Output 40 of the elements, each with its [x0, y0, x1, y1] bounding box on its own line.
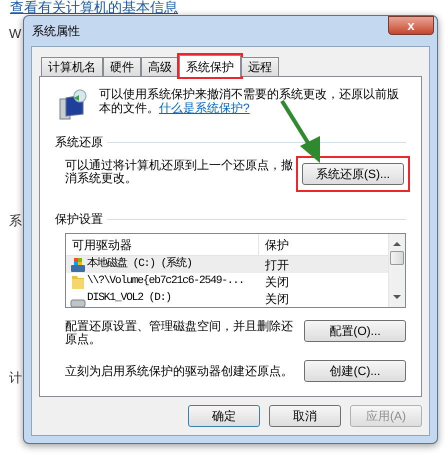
scroll-up-icon[interactable]	[393, 242, 401, 246]
table-cell-text: 打开	[264, 256, 289, 274]
cancel-button[interactable]: 取消	[269, 405, 341, 427]
tab[interactable]: 硬件	[103, 57, 141, 76]
table-cell-text: 本地磁盘 (C:) (系统)	[87, 256, 192, 272]
table-cell-text: \\?\Volume{eb7c21c6-2549-...	[87, 274, 244, 290]
tab[interactable]: 高级	[141, 57, 179, 76]
scroll-thumb[interactable]	[390, 251, 404, 265]
tab[interactable]: 远程	[241, 57, 279, 76]
column-header[interactable]: 保护	[259, 234, 388, 255]
system-restore-button[interactable]: 系统还原(S)...	[302, 163, 404, 185]
help-link[interactable]: 什么是系统保护?	[159, 101, 250, 115]
column-header[interactable]: 可用驱动器	[66, 234, 259, 255]
page-text: 计	[9, 369, 22, 387]
window-title: 系统属性	[31, 23, 80, 40]
restore-description: 可以通过将计算机还原到上一个还原点，撤消系统更改。	[65, 159, 294, 185]
create-description: 立刻为启用系统保护的驱动器创建还原点。	[65, 364, 293, 378]
folder-icon	[70, 274, 86, 290]
page-text: 系	[9, 212, 22, 230]
table-cell-text: 关闭	[264, 274, 289, 290]
heading-link[interactable]: 查看有关计算机的基本信息	[10, 0, 178, 14]
table-cell-text: 关闭	[264, 290, 289, 307]
computer-restore-icon	[57, 89, 89, 121]
configure-button[interactable]: 配置(O)...	[304, 320, 406, 342]
section-heading: 保护设置	[55, 211, 103, 228]
scroll-down-icon[interactable]	[393, 295, 401, 299]
page-text: W	[9, 25, 22, 43]
configure-description: 配置还原设置、管理磁盘空间，并且删除还原点。	[65, 320, 294, 346]
table-cell-text: DISK1_VOL2 (D:)	[87, 291, 172, 306]
tab[interactable]: 系统保护	[179, 55, 241, 77]
ok-button[interactable]: 确定	[188, 405, 260, 427]
intro-text: 可以使用系统保护来撤消不需要的系统更改，还原以前版本的文件。什么是系统保护?	[99, 87, 399, 115]
create-button[interactable]: 创建(C)...	[304, 360, 406, 382]
tab[interactable]: 计算机名	[41, 57, 103, 76]
drive-row[interactable]: 本地磁盘 (C:) (系统) 打开	[66, 256, 388, 273]
drive-row[interactable]: DISK1_VOL2 (D:) 关闭	[66, 290, 388, 307]
drive-row[interactable]: \\?\Volume{eb7c21c6-2549-... 关闭	[66, 273, 388, 290]
scrollbar[interactable]	[388, 234, 405, 307]
section-heading: 系统还原	[55, 134, 103, 151]
drive-icon	[70, 256, 86, 272]
